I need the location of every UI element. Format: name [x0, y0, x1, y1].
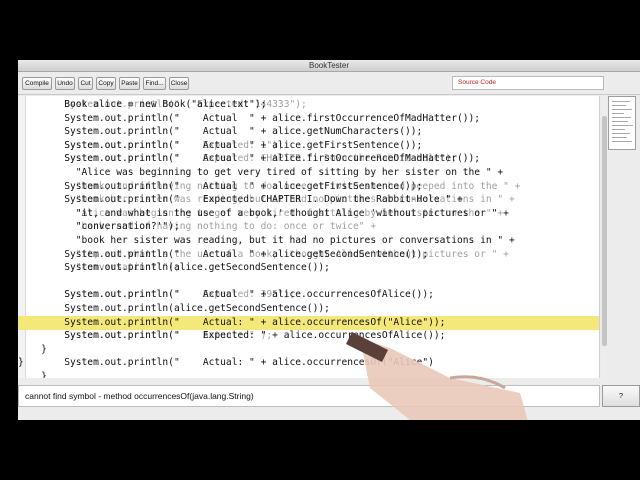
code-line[interactable]: "it, and what is the use of a book,' tho… [18, 207, 599, 221]
code-line[interactable]: System.out.println(" Actual " + alice.ge… [18, 139, 599, 153]
bluej-editor-window: BookTester Compile Undo Cut Copy Paste F… [18, 60, 640, 420]
cut-button[interactable]: Cut [78, 77, 93, 90]
compile-button[interactable]: Compile [22, 77, 52, 90]
editor-scrollbar[interactable] [602, 96, 607, 378]
code-line[interactable]: System.out.println(" Actual " + alice.ge… [18, 248, 599, 262]
code-line[interactable]: "conversation?'"); [18, 220, 599, 234]
help-button[interactable]: ? [602, 385, 640, 407]
code-line[interactable]: System.out.println(" Actual " + alice.oc… [18, 288, 599, 302]
code-line[interactable]: Book alice = new Book("alice.txt"); [18, 98, 599, 112]
copy-button[interactable]: Copy [96, 77, 116, 90]
code-line[interactable]: System.out.println(alice.getSecondSenten… [18, 302, 599, 316]
close-button[interactable]: Close [169, 77, 189, 90]
view-select[interactable]: Source Code [452, 76, 604, 90]
letterbox-bottom [0, 420, 640, 480]
code-minimap[interactable] [608, 96, 636, 150]
code-line[interactable]: System.out.println(" Actual " + alice.ge… [18, 125, 599, 139]
undo-button[interactable]: Undo [55, 77, 75, 90]
toolbar: Compile Undo Cut Copy Paste Find... Clos… [18, 73, 640, 95]
paste-button[interactable]: Paste [119, 77, 140, 90]
code-line[interactable]: "Alice was beginning to get very tired o… [18, 166, 599, 180]
code-line[interactable] [18, 275, 599, 289]
pointing-hand-overlay [346, 332, 530, 428]
code-line[interactable]: System.out.println(alice.getSecondSenten… [18, 261, 599, 275]
code-line[interactable]: System.out.println(" Actual " + alice.ge… [18, 180, 599, 194]
code-line[interactable]: System.out.println(" Expected: CHAPTER I… [18, 193, 599, 207]
find-button[interactable]: Find... [143, 77, 166, 90]
scrollbar-thumb[interactable] [602, 116, 607, 346]
code-line[interactable]: System.out.println(" Actual " + alice.fi… [18, 112, 599, 126]
code-line[interactable]: "book her sister was reading, but it had… [18, 234, 599, 248]
window-title: BookTester [18, 60, 640, 72]
code-line[interactable]: System.out.println(" Actual " + alice.fi… [18, 152, 599, 166]
